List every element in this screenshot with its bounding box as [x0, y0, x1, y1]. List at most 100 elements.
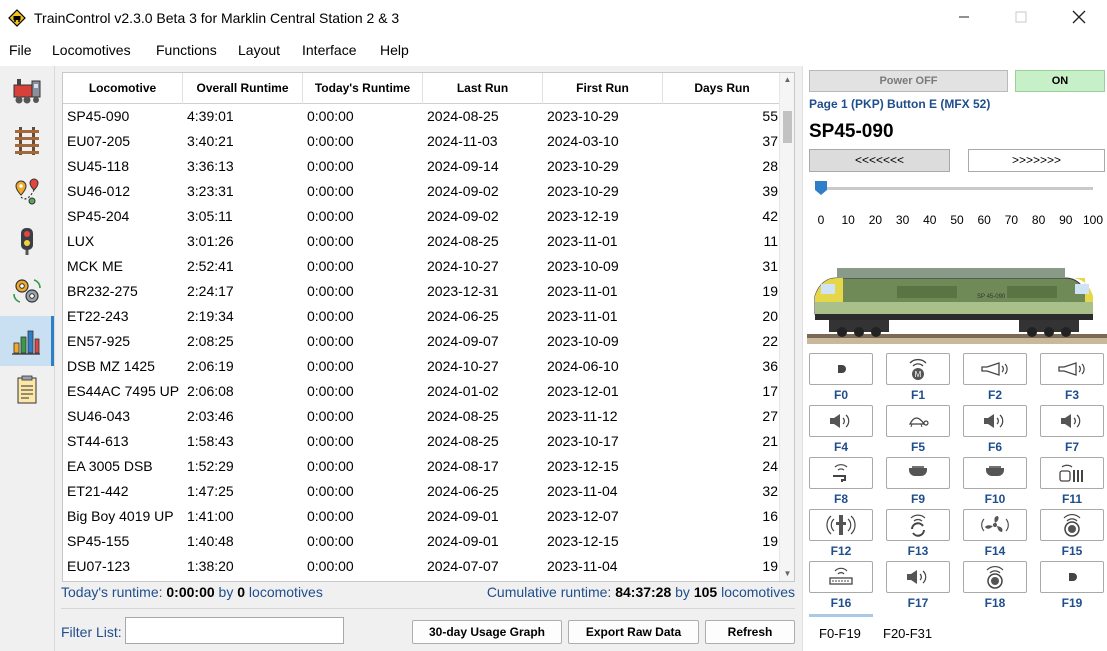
speed-slider-track[interactable]	[815, 187, 1093, 190]
column-header-overall-runtime[interactable]: Overall Runtime	[183, 73, 303, 104]
function-button-f18[interactable]	[963, 561, 1027, 593]
table-row[interactable]: SU46-043 2:03:46 0:00:00 2024-08-25 2023-11-…	[63, 404, 781, 429]
table-row[interactable]: LUX 3:01:26 0:00:00 2024-08-25 2023-11-01 11	[63, 229, 781, 254]
column-header-last-run[interactable]: Last Run	[423, 73, 543, 104]
refresh-button[interactable]: Refresh	[705, 620, 795, 644]
function-button-f10[interactable]	[963, 457, 1027, 489]
function-button-f2[interactable]	[963, 353, 1027, 385]
table-row[interactable]: SP45-204 3:05:11 0:00:00 2024-09-02 2023-12-…	[63, 204, 781, 229]
function-button-f16[interactable]	[809, 561, 873, 593]
menu-functions[interactable]: Functions	[156, 42, 217, 58]
function-button-f6[interactable]	[963, 405, 1027, 437]
speed-tick-label: 50	[950, 213, 964, 227]
horn-icon	[980, 361, 1010, 377]
cell-todays-runtime: 0:00:00	[307, 383, 354, 399]
function-button-f15[interactable]	[1040, 509, 1104, 541]
table-row[interactable]: ST44-613 1:58:43 0:00:00 2024-08-25 2023-10-…	[63, 429, 781, 454]
close-button[interactable]	[1056, 0, 1102, 34]
minimize-button[interactable]	[941, 0, 987, 34]
column-header-locomotive[interactable]: Locomotive	[63, 73, 183, 104]
cell-todays-runtime: 0:00:00	[307, 133, 354, 149]
sidebar-item-routes[interactable]	[0, 166, 54, 216]
log-notes-icon	[17, 375, 37, 404]
cell-last-run: 2024-08-25	[427, 108, 499, 124]
cell-overall-runtime: 2:24:17	[187, 283, 234, 299]
tab-f0-f19[interactable]: F0-F19	[819, 626, 861, 641]
filter-input[interactable]	[125, 617, 344, 644]
turtle-icon	[906, 413, 930, 429]
table-row[interactable]: SP45-090 4:39:01 0:00:00 2024-08-25 2023-10-…	[63, 104, 781, 129]
function-button-f0[interactable]	[809, 353, 873, 385]
sidebar-item-tracks[interactable]	[0, 116, 54, 166]
function-button-f9[interactable]	[886, 457, 950, 489]
usage-graph-button[interactable]: 30-day Usage Graph	[412, 620, 562, 644]
cell-locomotive: SU46-043	[67, 408, 131, 424]
function-button-f17[interactable]	[886, 561, 950, 593]
cell-days-run: 39	[762, 183, 778, 199]
reverse-button[interactable]: <<<<<<<	[809, 149, 950, 172]
table-row[interactable]: SU45-118 3:36:13 0:00:00 2024-09-14 2023-10-…	[63, 154, 781, 179]
scrollbar-thumb[interactable]	[783, 111, 792, 143]
function-label: F6	[987, 440, 1002, 454]
cell-locomotive: SP45-204	[67, 208, 130, 224]
function-button-f19[interactable]	[1040, 561, 1104, 593]
table-row[interactable]: EU07-123 1:38:20 0:00:00 2024-07-07 2023-11-…	[63, 554, 781, 579]
table-row[interactable]: BR232-275 2:24:17 0:00:00 2023-12-31 2023-11…	[63, 279, 781, 304]
menu-file[interactable]: File	[9, 42, 32, 58]
function-label: F4	[833, 440, 848, 454]
menu-locomotives[interactable]: Locomotives	[52, 42, 131, 58]
sidebar-item-locomotives[interactable]	[0, 66, 54, 116]
function-button-f3[interactable]	[1040, 353, 1104, 385]
function-button-f5[interactable]	[886, 405, 950, 437]
cell-todays-runtime: 0:00:00	[307, 333, 354, 349]
speed-slider-thumb[interactable]	[814, 180, 828, 196]
cell-last-run: 2023-12-31	[427, 283, 499, 299]
cell-overall-runtime: 1:40:48	[187, 533, 234, 549]
table-row[interactable]: Big Boy 4019 UP 1:41:00 0:00:00 2024-09-01 2…	[63, 504, 781, 529]
table-row[interactable]: ES44AC 7495 UP 2:06:08 0:00:00 2024-01-02 20…	[63, 379, 781, 404]
cell-days-run: 11	[763, 233, 778, 249]
sidebar-item-signals[interactable]	[0, 216, 54, 266]
forward-button[interactable]: >>>>>>>	[968, 149, 1105, 172]
function-button-f11[interactable]	[1040, 457, 1104, 489]
column-header-todays-runtime[interactable]: Today's Runtime	[303, 73, 423, 104]
function-button-f7[interactable]	[1040, 405, 1104, 437]
table-row[interactable]: EN57-925 2:08:25 0:00:00 2024-09-07 2023-10-…	[63, 329, 781, 354]
speed-tick-label: 30	[895, 213, 910, 227]
column-header-days-run[interactable]: Days Run	[663, 73, 781, 104]
scroll-up-arrow-icon[interactable]: ▲	[780, 73, 794, 87]
menu-interface[interactable]: Interface	[302, 42, 356, 58]
tab-f20-f31[interactable]: F20-F31	[883, 626, 932, 641]
sidebar-item-automation[interactable]	[0, 266, 54, 316]
function-button-f14[interactable]	[963, 509, 1027, 541]
function-button-f13[interactable]	[886, 509, 950, 541]
cell-days-run: 21	[762, 433, 778, 449]
function-label: F0	[833, 388, 848, 402]
function-button-f8[interactable]	[809, 457, 873, 489]
table-row[interactable]: ET21-442 1:47:25 0:00:00 2024-06-25 2023-11-…	[63, 479, 781, 504]
power-on-button[interactable]: ON	[1015, 70, 1105, 92]
runtime-table: Locomotive Overall Runtime Today's Runti…	[62, 72, 795, 582]
scroll-down-arrow-icon[interactable]: ▼	[780, 567, 794, 581]
function-button-f4[interactable]	[809, 405, 873, 437]
menu-help[interactable]: Help	[380, 42, 409, 58]
table-row[interactable]: EA 3005 DSB 1:52:29 0:00:00 2024-08-17 2023-…	[63, 454, 781, 479]
table-row[interactable]: DSB MZ 1425 2:06:19 0:00:00 2024-10-27 2024-…	[63, 354, 781, 379]
cell-days-run: 20	[762, 308, 778, 324]
svg-text:M: M	[915, 370, 922, 379]
export-raw-data-button[interactable]: Export Raw Data	[568, 620, 699, 644]
sidebar-item-log[interactable]	[0, 366, 54, 416]
menu-layout[interactable]: Layout	[238, 42, 280, 58]
table-row[interactable]: SU46-012 3:23:31 0:00:00 2024-09-02 2023-10-…	[63, 179, 781, 204]
maximize-button[interactable]	[998, 0, 1044, 34]
table-row[interactable]: SP45-155 1:40:48 0:00:00 2024-09-01 2023-12-…	[63, 529, 781, 554]
power-off-button[interactable]: Power OFF	[809, 70, 1008, 92]
table-row[interactable]: MCK ME 2:52:41 0:00:00 2024-10-27 2023-10-09…	[63, 254, 781, 279]
function-button-f1[interactable]: M	[886, 353, 950, 385]
table-scrollbar[interactable]: ▲ ▼	[779, 73, 794, 581]
table-row[interactable]: EU07-205 3:40:21 0:00:00 2024-11-03 2024-03-…	[63, 129, 781, 154]
function-button-f12[interactable]	[809, 509, 873, 541]
column-header-first-run[interactable]: First Run	[543, 73, 663, 104]
sidebar-item-statistics[interactable]	[0, 316, 54, 366]
table-row[interactable]: ET22-243 2:19:34 0:00:00 2024-06-25 2023-11-…	[63, 304, 781, 329]
